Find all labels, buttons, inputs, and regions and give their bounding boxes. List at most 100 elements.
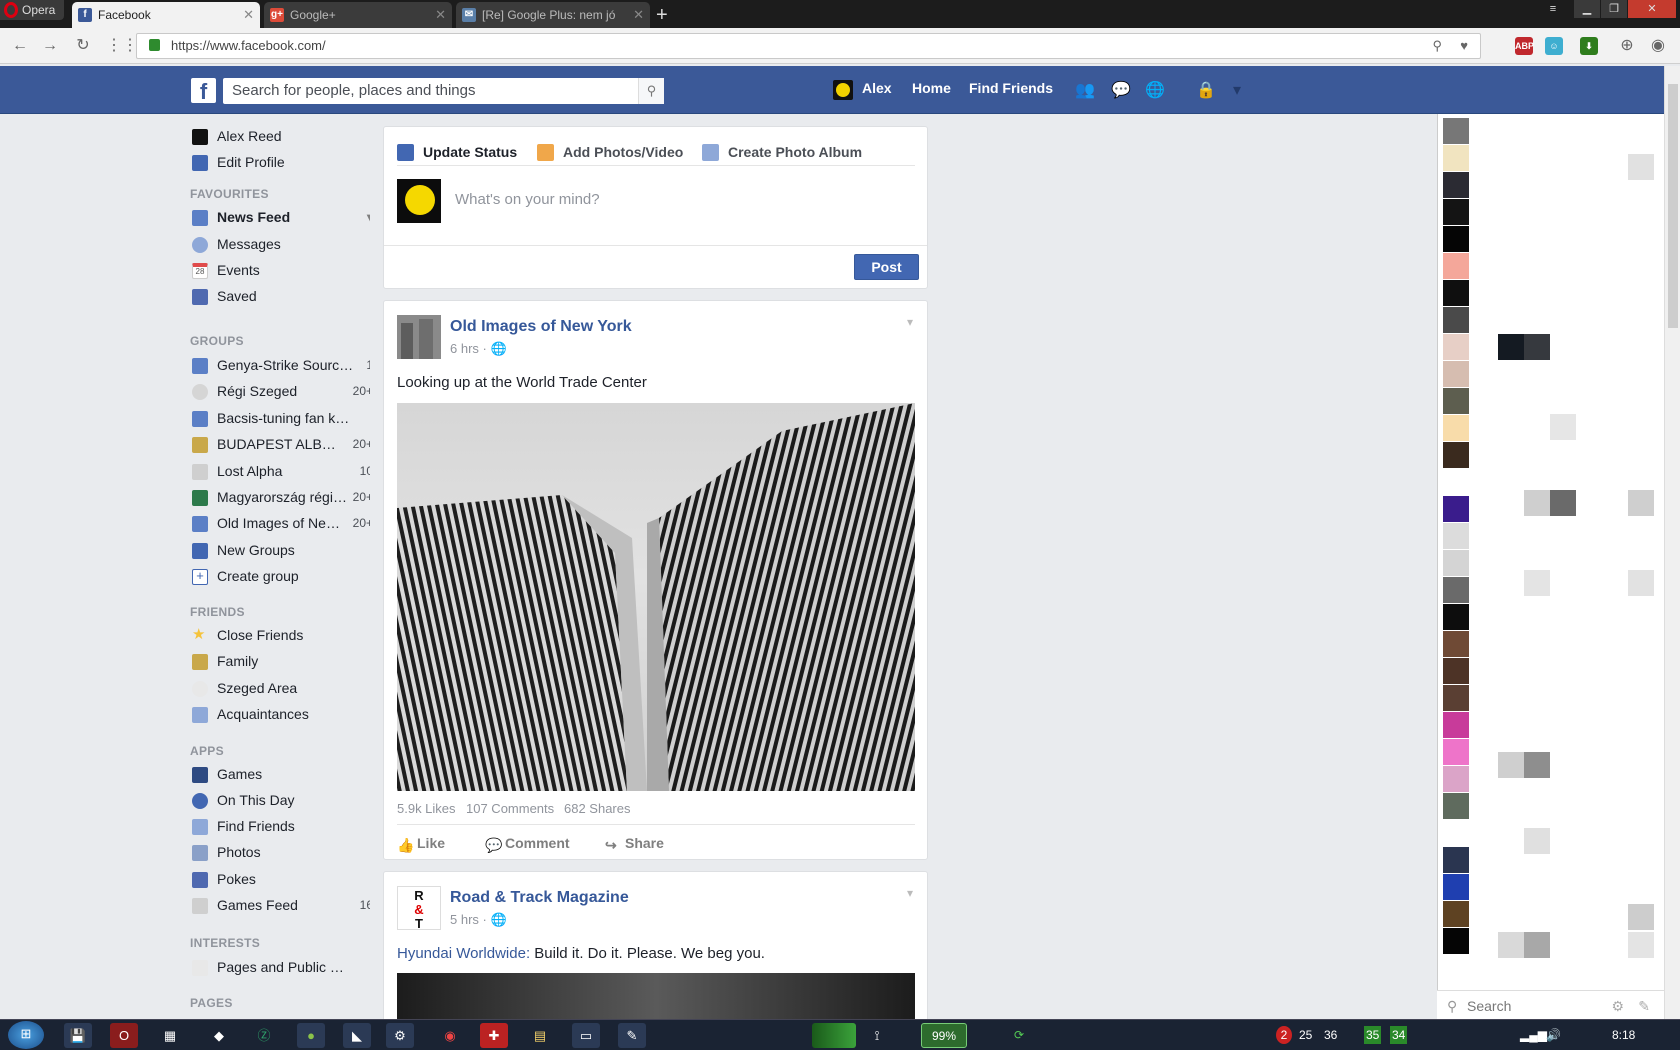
antenna-icon[interactable]: ⟟ xyxy=(866,1023,888,1048)
contact-avatar[interactable] xyxy=(1498,334,1524,360)
start-button[interactable]: ⊞ xyxy=(8,1021,44,1049)
downloads-icon[interactable]: ⊕ xyxy=(1617,36,1637,56)
post-author-link[interactable]: Road & Track Magazine xyxy=(450,889,629,907)
contact-avatar[interactable] xyxy=(1443,226,1469,252)
sidebar-item-find-friends[interactable]: Find Friends xyxy=(190,815,370,837)
sidebar-item-on-this-day[interactable]: On This Day xyxy=(190,789,370,811)
calculator-icon[interactable]: ▦ xyxy=(156,1023,184,1048)
clock[interactable]: 8:18 xyxy=(1612,1026,1635,1044)
contact-avatar[interactable] xyxy=(1443,523,1469,549)
contact-avatar[interactable] xyxy=(1443,739,1469,765)
folder-icon[interactable]: ▤ xyxy=(526,1023,554,1048)
sidebar-item-group[interactable]: Old Images of Ne… 20+ xyxy=(190,512,370,534)
contact-avatar[interactable] xyxy=(1443,442,1469,468)
app-icon[interactable]: ◆ xyxy=(205,1023,233,1048)
contact-avatar[interactable] xyxy=(1443,901,1469,927)
page-avatar[interactable]: R & T xyxy=(397,886,441,931)
privacy-shortcuts-icon[interactable]: 🔒 xyxy=(1195,82,1217,100)
close-icon[interactable]: ✕ xyxy=(243,2,254,28)
contact-avatar[interactable] xyxy=(1443,361,1469,387)
contact-avatar[interactable] xyxy=(1443,550,1469,576)
sidebar-item-group[interactable]: Lost Alpha 10 xyxy=(190,460,370,482)
tab-menu-icon[interactable]: ≡ xyxy=(1540,0,1566,18)
contact-avatar[interactable] xyxy=(1524,828,1550,854)
contact-avatar[interactable] xyxy=(1524,490,1550,516)
forward-icon[interactable]: → xyxy=(40,36,60,56)
contact-avatar[interactable] xyxy=(1443,712,1469,738)
likes-count[interactable]: 5.9k Likes xyxy=(397,801,456,816)
compose-icon[interactable]: ✎ xyxy=(1638,991,1650,1021)
tray-badge[interactable]: 2 xyxy=(1276,1026,1292,1044)
close-window-button[interactable]: ✕ xyxy=(1628,0,1676,18)
contact-avatar[interactable] xyxy=(1524,334,1550,360)
opera-taskbar-icon[interactable]: O xyxy=(110,1023,138,1048)
sidebar-item-pokes[interactable]: Pokes xyxy=(190,868,370,890)
contact-avatar[interactable] xyxy=(1443,199,1469,225)
account-menu-chevron-icon[interactable]: ▾ xyxy=(1226,82,1248,100)
opera-menu-button[interactable]: Opera xyxy=(0,0,64,20)
sidebar-item-group[interactable]: Régi Szeged 20+ xyxy=(190,380,370,402)
update-status-tab[interactable]: Update Status xyxy=(397,143,517,161)
gear-icon[interactable]: ⚙ xyxy=(1611,991,1624,1021)
search-icon[interactable]: ⚲ xyxy=(638,78,664,104)
messages-icon[interactable]: 💬 xyxy=(1110,82,1132,100)
tab-mail[interactable]: ✉ [Re] Google Plus: nem jó ✕ xyxy=(456,2,650,28)
contact-avatar[interactable] xyxy=(1628,904,1654,930)
close-icon[interactable]: ✕ xyxy=(633,2,644,28)
contact-avatar[interactable] xyxy=(1443,307,1469,333)
ghostery-icon[interactable]: ☺ xyxy=(1545,37,1563,55)
heart-icon[interactable]: ♥ xyxy=(1460,34,1468,58)
sidebar-item-games[interactable]: Games xyxy=(190,763,370,785)
sync-icon[interactable]: ⟳ xyxy=(1014,1026,1024,1044)
avatar[interactable] xyxy=(833,80,853,100)
post-button[interactable]: Post xyxy=(854,254,919,280)
app-icon[interactable]: ✚ xyxy=(480,1023,508,1048)
home-link[interactable]: Home xyxy=(912,80,951,96)
tab-google-plus[interactable]: g+ Google+ ✕ xyxy=(264,2,452,28)
search-input[interactable]: Search for people, places and things ⚲ xyxy=(223,78,664,104)
tab-facebook[interactable]: f Facebook ✕ xyxy=(72,2,260,28)
like-button[interactable]: 👍 Like xyxy=(397,835,445,853)
app-icon[interactable]: ● xyxy=(297,1023,325,1048)
sidebar-item-szeged-area[interactable]: Szeged Area xyxy=(190,677,370,699)
battery-indicator[interactable]: 99% xyxy=(921,1023,967,1048)
download-extension-icon[interactable]: ⬇ xyxy=(1580,37,1598,55)
contact-avatar[interactable] xyxy=(1443,847,1469,873)
post-mention-link[interactable]: Hyundai Worldwide: xyxy=(397,945,530,962)
contact-avatar[interactable] xyxy=(1443,766,1469,792)
contact-avatar[interactable] xyxy=(1443,604,1469,630)
account-icon[interactable]: ◉ xyxy=(1648,36,1668,56)
contact-avatar[interactable] xyxy=(1628,570,1654,596)
sidebar-item-photos[interactable]: Photos xyxy=(190,841,370,863)
contact-avatar[interactable] xyxy=(1443,388,1469,414)
post-timestamp[interactable]: 6 hrs · 🌐 xyxy=(450,341,507,357)
contact-avatar[interactable] xyxy=(1443,496,1469,522)
status-input[interactable]: What's on your mind? xyxy=(455,191,600,208)
app-icon[interactable]: ◣ xyxy=(343,1023,371,1048)
close-icon[interactable]: ✕ xyxy=(435,2,446,28)
app-icon[interactable]: ✎ xyxy=(618,1023,646,1048)
new-tab-button[interactable]: + xyxy=(656,2,668,28)
chevron-down-icon[interactable]: ▾ xyxy=(907,315,913,329)
shield-icon[interactable]: ⚲ xyxy=(1432,34,1442,58)
steam-icon[interactable]: ⚙ xyxy=(386,1023,414,1048)
restore-button[interactable]: ❐ xyxy=(1601,0,1627,18)
save-icon[interactable]: 💾 xyxy=(64,1023,92,1048)
sidebar-item-news-feed[interactable]: News Feed ▾ xyxy=(190,206,370,228)
sidebar-item-close-friends[interactable]: ★ Close Friends xyxy=(190,624,370,646)
page-scrollbar[interactable] xyxy=(1664,66,1680,1019)
find-friends-link[interactable]: Find Friends xyxy=(969,80,1053,96)
contact-avatar[interactable] xyxy=(1524,932,1550,958)
contact-avatar[interactable] xyxy=(1550,490,1576,516)
add-photos-tab[interactable]: Add Photos/Video xyxy=(537,143,683,161)
contact-avatar[interactable] xyxy=(1443,631,1469,657)
post-timestamp[interactable]: 5 hrs · 🌐 xyxy=(450,912,507,928)
contact-avatar[interactable] xyxy=(1443,577,1469,603)
sidebar-item-new-groups[interactable]: New Groups xyxy=(190,539,370,561)
sidebar-item-create-group[interactable]: + Create group xyxy=(190,565,370,587)
app-icon[interactable]: Ⓩ xyxy=(250,1023,278,1048)
create-album-tab[interactable]: Create Photo Album xyxy=(702,143,862,161)
post-author-link[interactable]: Old Images of New York xyxy=(450,318,632,336)
adblock-icon[interactable]: ABP xyxy=(1515,37,1534,55)
contact-avatar[interactable] xyxy=(1498,932,1524,958)
